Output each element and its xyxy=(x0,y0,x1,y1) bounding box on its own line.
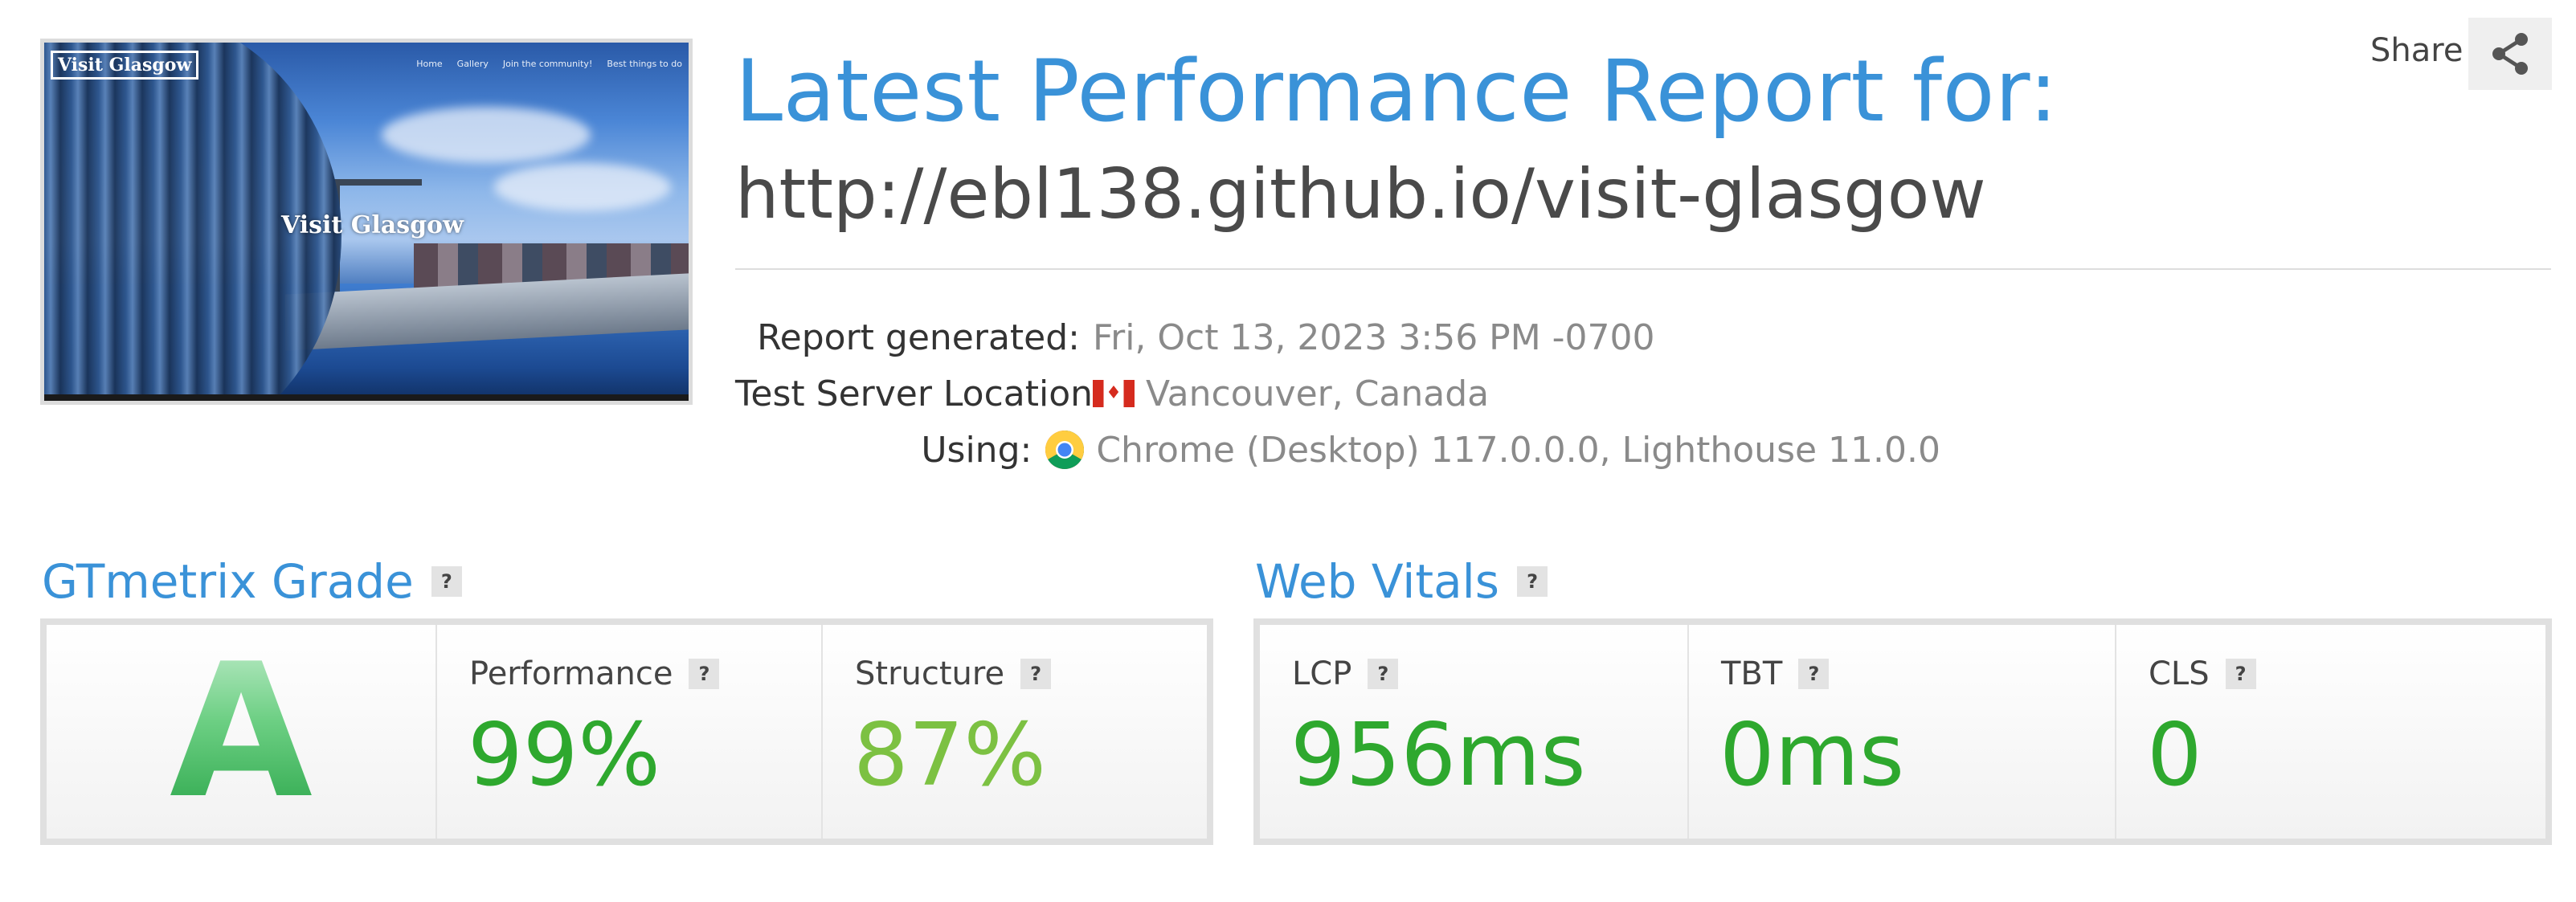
grade-value: A xyxy=(169,624,313,839)
performance-cell: Performance ? 99% xyxy=(437,625,823,839)
meta-row-location: Test Server Location: ♦ Vancouver, Canad… xyxy=(735,365,1940,422)
lcp-value: 956ms xyxy=(1290,705,1586,806)
thumbnail-nav-link: Home xyxy=(416,59,443,69)
meta-row-using: Using: Chrome (Desktop) 117.0.0.0, Light… xyxy=(735,422,1940,478)
cloud xyxy=(494,163,671,211)
structure-label: Structure ? xyxy=(855,655,1052,692)
meta-row-generated: Report generated: Fri, Oct 13, 2023 3:56… xyxy=(735,309,1940,365)
cls-cell: CLS ? 0 xyxy=(2116,625,2545,839)
help-icon[interactable]: ? xyxy=(431,566,462,597)
help-icon[interactable]: ? xyxy=(1368,659,1399,689)
tbt-value: 0ms xyxy=(1719,705,1905,806)
page-title: Latest Performance Report for: xyxy=(735,42,2059,141)
thumbnail-bottom-bar xyxy=(44,394,689,401)
section-title-text: Web Vitals xyxy=(1255,554,1500,609)
help-icon[interactable]: ? xyxy=(2225,659,2256,689)
canada-flag-icon: ♦ xyxy=(1093,380,1135,407)
lcp-cell: LCP ? 956ms xyxy=(1260,625,1689,839)
report-date: Fri, Oct 13, 2023 3:56 PM -0700 xyxy=(1093,316,1655,358)
label-text: Performance xyxy=(469,655,673,692)
report-page: Visit Glasgow Home Gallery Join the comm… xyxy=(0,0,2576,902)
thumbnail-brand: Visit Glasgow xyxy=(51,51,199,80)
structure-cell: Structure ? 87% xyxy=(823,625,1207,839)
share-button[interactable] xyxy=(2468,18,2552,90)
lcp-label: LCP ? xyxy=(1292,655,1399,692)
gtmetrix-grade-title: GTmetrix Grade ? xyxy=(42,554,462,609)
section-title-text: GTmetrix Grade xyxy=(42,554,414,609)
report-url[interactable]: http://ebl138.github.io/visit-glasgow xyxy=(735,154,1986,235)
meta-label: Using: xyxy=(921,429,1032,471)
cloud xyxy=(382,107,591,163)
help-icon[interactable]: ? xyxy=(1020,659,1052,689)
thumbnail-nav-link: Best things to do xyxy=(607,59,682,69)
share-label: Share xyxy=(2370,32,2464,69)
cls-label: CLS ? xyxy=(2149,655,2256,692)
site-screenshot-thumbnail: Visit Glasgow Home Gallery Join the comm… xyxy=(40,39,693,405)
label-text: CLS xyxy=(2149,655,2210,692)
structure-score: 87% xyxy=(853,705,1047,806)
web-vitals-title: Web Vitals ? xyxy=(1255,554,1548,609)
share-icon xyxy=(2492,33,2528,75)
label-text: LCP xyxy=(1292,655,1352,692)
server-location: Vancouver, Canada xyxy=(1146,373,1490,414)
tbt-cell: TBT ? 0ms xyxy=(1689,625,2116,839)
label-text: Structure xyxy=(855,655,1005,692)
meta-value: Chrome (Desktop) 117.0.0.0, Lighthouse 1… xyxy=(1045,430,1940,471)
help-icon[interactable]: ? xyxy=(1517,566,1548,597)
meta-value: ♦ Vancouver, Canada xyxy=(1093,373,1489,414)
thumbnail-nav: Home Gallery Join the community! Best th… xyxy=(416,59,682,69)
thumbnail-hero-text: Visit Glasgow xyxy=(281,211,464,239)
meta-value: Fri, Oct 13, 2023 3:56 PM -0700 xyxy=(1093,317,1655,358)
performance-label: Performance ? xyxy=(469,655,720,692)
thumbnail-nav-link: Gallery xyxy=(456,59,489,69)
label-text: TBT xyxy=(1721,655,1783,692)
tbt-label: TBT ? xyxy=(1721,655,1830,692)
chrome-icon xyxy=(1045,430,1085,470)
help-icon[interactable]: ? xyxy=(689,659,720,689)
report-meta: Report generated: Fri, Oct 13, 2023 3:56… xyxy=(735,309,1940,478)
help-icon[interactable]: ? xyxy=(1798,659,1830,689)
grade-cell: A xyxy=(47,625,437,839)
performance-score: 99% xyxy=(468,705,661,806)
web-vitals-panel: LCP ? 956ms TBT ? 0ms CLS ? 0 xyxy=(1253,618,2552,845)
grade-letter: A xyxy=(47,625,435,839)
meta-label: Report generated: xyxy=(757,316,1080,358)
divider xyxy=(735,268,2551,270)
meta-label: Test Server Location: xyxy=(735,373,1105,414)
browser-info: Chrome (Desktop) 117.0.0.0, Lighthouse 1… xyxy=(1096,429,1940,471)
cls-value: 0 xyxy=(2147,705,2202,806)
gtmetrix-grade-panel: A Performance ? 99% Structure ? 87% xyxy=(40,618,1213,845)
thumbnail-nav-link: Join the community! xyxy=(502,59,593,69)
